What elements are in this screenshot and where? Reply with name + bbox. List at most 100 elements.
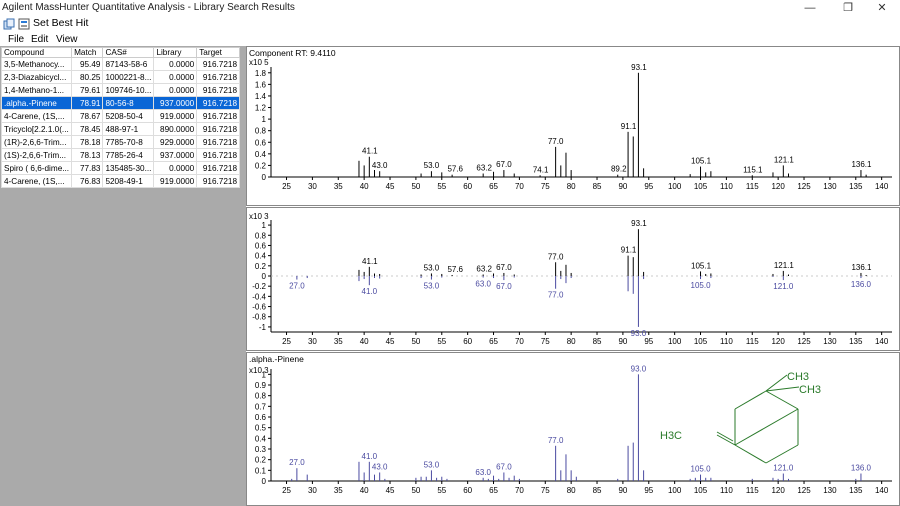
close-button[interactable]: ✕ [864,0,900,16]
peak-label: 136.1 [851,263,872,272]
x-tick-label: 95 [644,182,653,191]
title-bar: Agilent MassHunter Quantitative Analysis… [0,0,900,16]
peak-label: 67.0 [496,160,512,169]
x-tick-label: 100 [668,182,682,191]
table-row[interactable]: (1R)-2,6,6-Trim... 78.18 7785-70-8 929.0000… [0,135,240,149]
x-tick-label: 125 [797,486,811,495]
peak-label: 53.0 [424,460,440,469]
peak-label: 91.1 [621,246,637,255]
column-header-cas[interactable]: CAS# [102,47,155,58]
column-header-match[interactable]: Match [71,47,104,58]
peak-label: 93.0 [631,364,647,373]
table-cell: 78.18 [71,135,104,149]
table-row[interactable]: 3,5-Methanocy... 95.49 87143-58-6 0.0000 916… [0,57,240,71]
x-tick-label: 140 [875,182,889,191]
y-tick-label: 1.4 [255,92,267,101]
table-cell: 78.91 [71,96,104,110]
table-cell: 7785-26-4 [102,148,155,162]
x-tick-label: 120 [771,182,785,191]
copy-icon[interactable] [3,18,15,30]
maximize-button[interactable]: ❐ [830,0,866,16]
results-pane: Compound Match CAS# Library Target 3,5-Metha… [0,46,240,506]
peak-label: 41.0 [362,287,378,296]
y-tick-label: -0.4 [252,292,266,301]
peak-label: 53.0 [424,282,440,291]
peak-label: 136.0 [851,464,872,473]
x-tick-label: 65 [489,486,498,495]
y-tick-label: 1 [262,115,267,124]
x-tick-label: 110 [720,182,733,191]
table-cell: 929.0000 [153,135,198,149]
x-tick-label: 125 [797,182,811,191]
column-header-library[interactable]: Library [153,47,198,58]
menu-edit[interactable]: Edit [31,34,48,45]
y-tick-label: 0.5 [255,424,267,433]
x-tick-label: 40 [360,182,369,191]
table-row[interactable]: Spiro ( 6,6-dime... 77.83 135485-30... 0.00… [0,161,240,175]
peak-label: 77.0 [548,137,564,146]
table-cell: 135485-30... [102,161,155,175]
toolbar: Set Best Hit [0,16,900,32]
x-tick-label: 75 [541,337,550,346]
minimize-button[interactable]: — [792,0,828,16]
component-spectrum-chart[interactable]: 25 30 35 40 45 50 55 60 65 70 75 80 85 90 95 100 105 110 1… [247,47,899,205]
peak-label: 105.0 [691,465,712,474]
library-spectrum-title: .alpha.-Pinene [249,354,304,364]
y-tick-label: 0.8 [255,392,267,401]
peak-label: 53.0 [424,161,440,170]
peak-label: 77.0 [548,436,564,445]
x-tick-label: 35 [334,486,343,495]
table-cell: 916.7218 [196,109,240,123]
y-tick-label: -0.2 [252,282,266,291]
table-cell: .alpha.-Pinene [0,96,73,110]
x-tick-label: 80 [567,337,576,346]
table-cell: 0.0000 [153,57,198,71]
table-cell: 916.7218 [196,83,240,97]
table-row[interactable]: 2,3-Diazabicycl... 80.25 1000221-8... 0.000… [0,70,240,84]
table-cell: 2,3-Diazabicycl... [0,70,73,84]
x-tick-label: 120 [771,486,785,495]
y-tick-label: 0.4 [255,150,267,159]
table-cell: (1S)-2,6,6-Trim... [0,148,73,162]
x-tick-label: 90 [618,486,627,495]
x-tick-label: 135 [849,182,863,191]
peak-label: 57.6 [447,165,463,174]
column-header-target[interactable]: Target [196,47,240,58]
table-cell: 916.7218 [196,161,240,175]
library-spectrum-chart[interactable]: 25 30 35 40 45 50 55 60 65 70 75 80 85 90 95 100 105 110 1… [247,353,899,505]
peak-label: 67.0 [496,263,512,272]
table-row[interactable]: 4-Carene, (1S,... 78.67 5208-50-4 919.0000 9… [0,109,240,123]
table-row[interactable]: (1S)-2,6,6-Trim... 78.13 7785-26-4 937.0000… [0,148,240,162]
column-header-compound[interactable]: Compound [0,47,73,58]
structure-label: CH3 [799,384,821,396]
table-cell: 937.0000 [153,96,198,110]
y-tick-label: 0.2 [255,262,267,271]
menu-file[interactable]: File [8,34,24,45]
peak-label: 43.0 [372,161,388,170]
table-cell: 109746-10... [102,83,155,97]
menu-view[interactable]: View [56,34,78,45]
y-axis-scale: x10 5 [249,58,269,67]
peak-label: 105.1 [691,157,712,166]
peak-label: 93.1 [631,219,647,228]
table-row[interactable]: 4-Carene, (1S,... 76.83 5208-49-1 919.0000 9… [0,174,240,188]
y-tick-label: 0.1 [255,466,267,475]
table-row[interactable]: Tricyclo[2.2.1.0(... 78.45 488-97-1 890.000… [0,122,240,136]
x-tick-label: 85 [593,337,602,346]
set-best-hit-icon[interactable] [18,18,30,30]
table-cell: 0.0000 [153,70,198,84]
peak-label: 105.0 [691,281,712,290]
table-cell: 916.7218 [196,96,240,110]
table-row[interactable]: 1,4-Methano-1... 79.61 109746-10... 0.0000 9… [0,83,240,97]
table-cell: 78.67 [71,109,104,123]
structure-bond [734,408,799,446]
set-best-hit-button[interactable]: Set Best Hit [33,17,88,29]
mirror-spectrum-chart[interactable]: 25 30 35 40 45 50 55 60 65 70 75 80 85 90 95 100 105 110 1… [247,208,899,350]
structure-bond [734,444,767,464]
peak-label: 77.0 [548,252,564,261]
peak-label: 67.0 [496,282,512,291]
table-row[interactable]: .alpha.-Pinene 78.91 80-56-8 937.0000 916.72… [0,96,240,110]
library-spectrum-panel: 25 30 35 40 45 50 55 60 65 70 75 80 85 90 95 100 105 110 1… [246,352,900,506]
x-tick-label: 105 [694,182,708,191]
table-cell: 916.7218 [196,122,240,136]
